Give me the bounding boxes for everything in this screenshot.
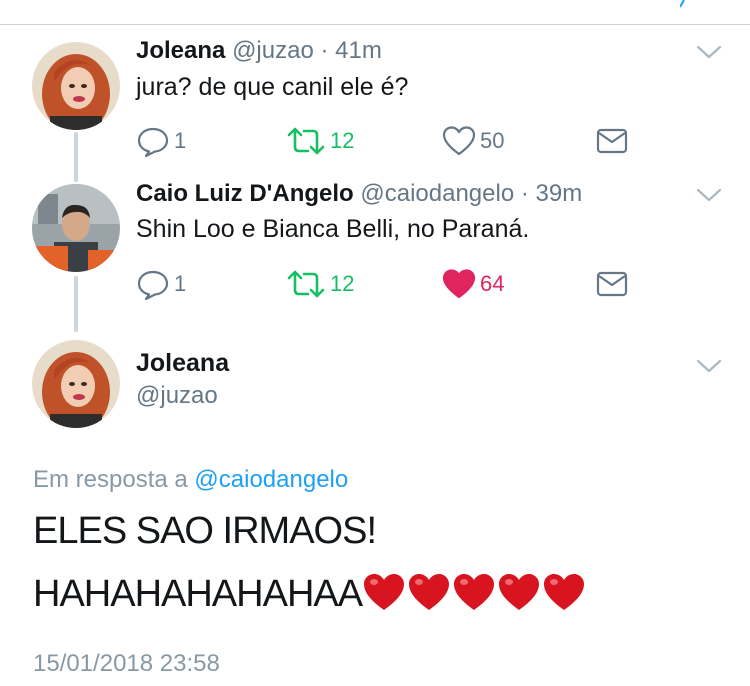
tweet-actions: 1 12 50	[136, 124, 636, 158]
avatar-photo-redhead-icon	[32, 340, 120, 428]
tweet-text: Shin Loo e Bianca Belli, no Paraná.	[136, 215, 530, 243]
reply-icon	[137, 270, 169, 300]
username[interactable]: @juzao	[232, 37, 314, 64]
avatar[interactable]	[32, 184, 120, 272]
heart-emoji-group	[362, 572, 587, 622]
thread-line	[74, 132, 78, 182]
dm-icon	[596, 128, 628, 154]
reply-prefix: Em resposta a	[33, 466, 188, 493]
avatar[interactable]	[32, 340, 120, 428]
heart-emoji	[364, 574, 405, 610]
like-button[interactable]: 50	[442, 124, 504, 158]
like-icon	[442, 126, 476, 156]
display-name[interactable]: Joleana	[136, 349, 229, 378]
tweet-actions: 1 12 64	[136, 267, 636, 301]
direct-message-button[interactable]	[596, 267, 628, 301]
avatar-photo-man-icon	[32, 184, 120, 272]
tweet-text: jura? de que canil ele é?	[136, 73, 409, 101]
chevron-down-icon[interactable]	[696, 358, 722, 374]
laugh-text: HAHAHAHAHAHAA	[33, 573, 363, 615]
display-name[interactable]: Caio Luiz D'Angelo	[136, 180, 354, 207]
reply-icon	[137, 127, 169, 157]
tweet-time[interactable]: 41m	[335, 37, 382, 64]
retweet-icon	[287, 270, 325, 298]
retweet-count: 12	[330, 271, 355, 296]
reply-context: Em resposta a @caiodangelo	[33, 466, 348, 494]
heart-emoji	[454, 574, 495, 610]
reply-count: 1	[174, 128, 187, 153]
top-divider	[0, 24, 750, 25]
retweet-button[interactable]: 12	[286, 267, 354, 301]
heart-emoji	[499, 574, 540, 610]
like-count: 50	[480, 128, 505, 153]
tweet-text-line-2: HAHAHAHAHAHAA	[33, 572, 587, 622]
heart-emoji	[544, 574, 585, 610]
avatar-photo-redhead-icon	[32, 42, 120, 130]
dm-icon	[596, 271, 628, 297]
tweet-header: Caio Luiz D'Angelo @caiodangelo · 39m	[136, 180, 582, 208]
username[interactable]: @juzao	[136, 382, 218, 410]
like-icon	[442, 269, 476, 299]
tweet-text-line-1: ELES SAO IRMAOS!	[33, 510, 377, 552]
retweet-button[interactable]: 12	[286, 124, 354, 158]
direct-message-button[interactable]	[596, 124, 628, 158]
chevron-down-icon[interactable]	[696, 44, 722, 60]
like-button[interactable]: 64	[442, 267, 504, 301]
top-edge-mark	[680, 0, 685, 8]
reply-count: 1	[174, 271, 187, 296]
separator-dot: ·	[520, 180, 529, 207]
like-count: 64	[480, 271, 505, 296]
retweet-icon	[287, 127, 325, 155]
heart-emoji	[409, 574, 450, 610]
avatar[interactable]	[32, 42, 120, 130]
tweet-header: Joleana @juzao · 41m	[136, 37, 382, 65]
retweet-count: 12	[330, 128, 355, 153]
tweet-time[interactable]: 39m	[536, 180, 583, 207]
reply-button[interactable]: 1	[136, 124, 186, 158]
username[interactable]: @caiodangelo	[360, 180, 514, 207]
reply-mention-link[interactable]: @caiodangelo	[194, 466, 348, 493]
reply-button[interactable]: 1	[136, 267, 186, 301]
thread-line	[74, 276, 78, 332]
chevron-down-icon[interactable]	[696, 187, 722, 203]
display-name[interactable]: Joleana	[136, 37, 225, 64]
tweet-timestamp: 15/01/2018 23:58	[33, 650, 220, 677]
separator-dot: ·	[320, 37, 329, 64]
